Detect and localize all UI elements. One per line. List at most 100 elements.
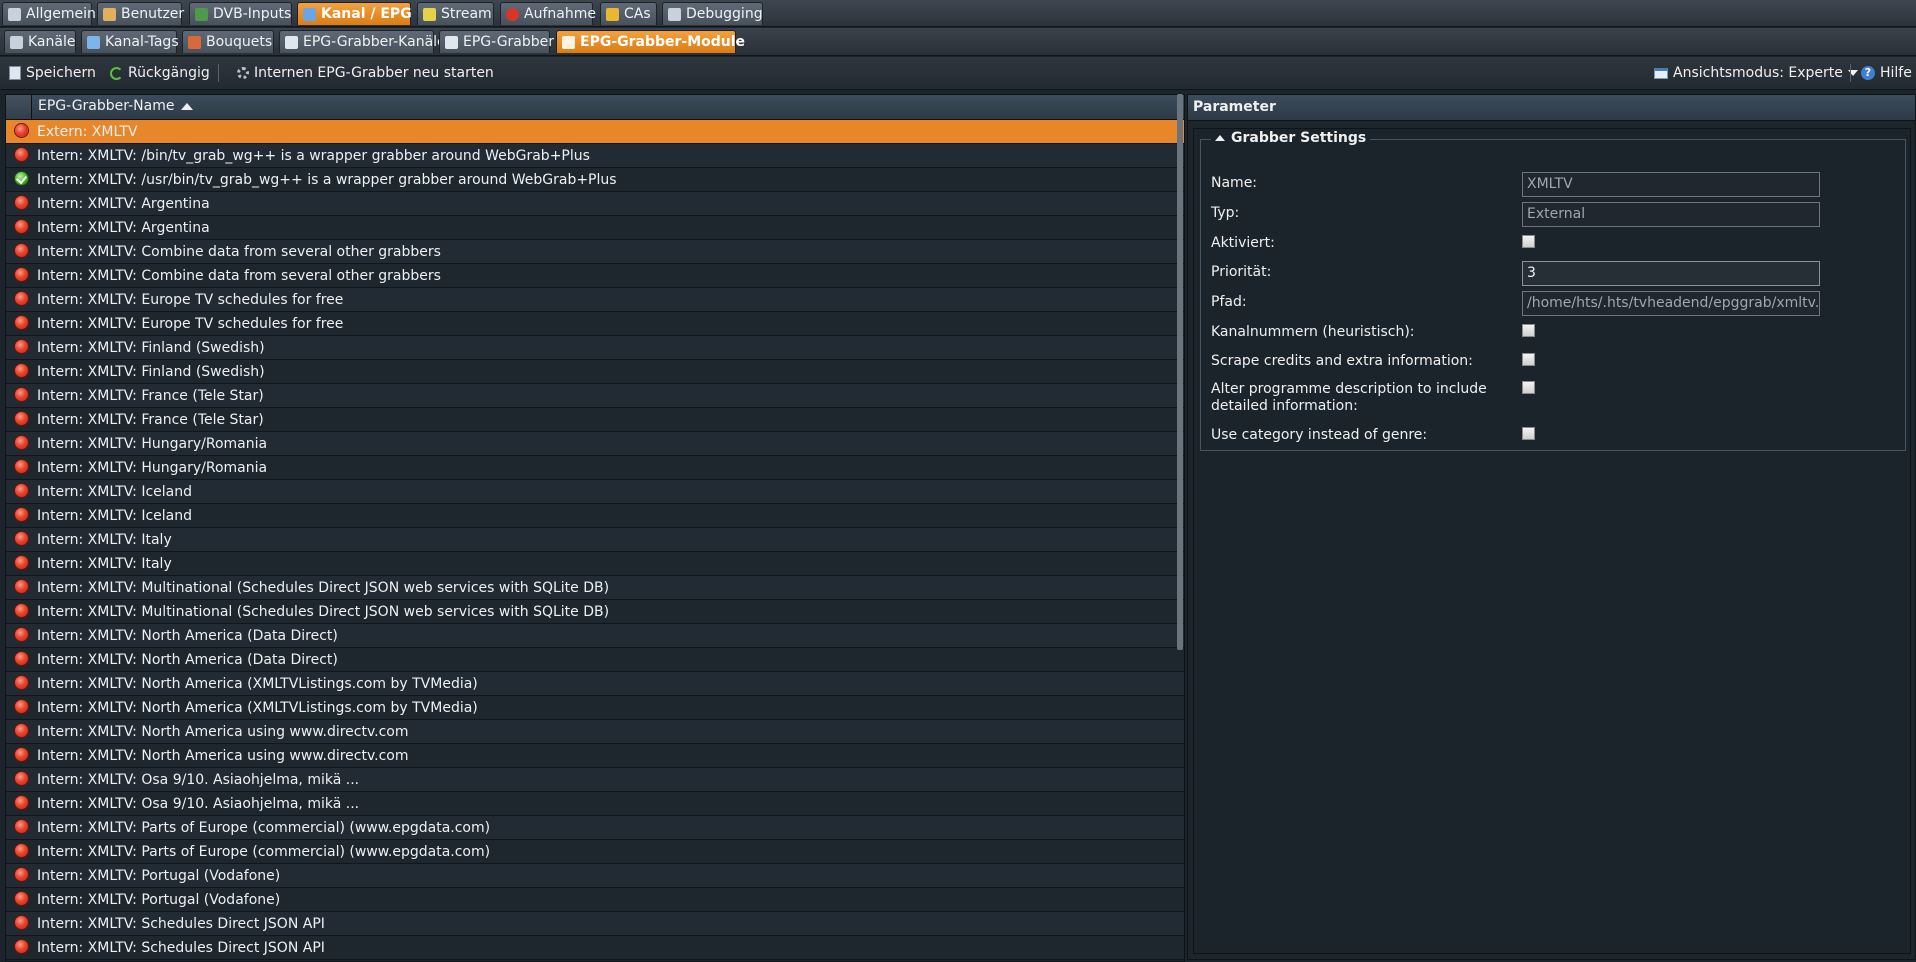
help-label: Hilfe bbox=[1880, 65, 1912, 81]
table-row[interactable]: Intern: XMLTV: Iceland bbox=[6, 480, 1184, 504]
channel-numbers-label: Kanalnummern (heuristisch): bbox=[1211, 324, 1415, 340]
status-error-icon bbox=[15, 940, 28, 953]
tab-cas[interactable]: CAs bbox=[600, 2, 657, 25]
table-row[interactable]: Intern: XMLTV: Portugal (Vodafone) bbox=[6, 888, 1184, 912]
status-error-icon bbox=[15, 244, 28, 257]
epg-grabber-icon bbox=[445, 35, 458, 49]
grabber-name-cell: Intern: XMLTV: Europe TV schedules for f… bbox=[37, 292, 344, 308]
enabled-checkbox[interactable] bbox=[1522, 235, 1535, 248]
category-label: Use category instead of genre: bbox=[1211, 427, 1428, 443]
table-row[interactable]: Intern: XMLTV: Combine data from several… bbox=[6, 240, 1184, 264]
table-row[interactable]: Intern: XMLTV: North America using www.d… bbox=[6, 744, 1184, 768]
tv-icon bbox=[303, 7, 316, 21]
toolbar-separator bbox=[218, 64, 219, 82]
table-row[interactable]: Intern: XMLTV: Multinational (Schedules … bbox=[6, 600, 1184, 624]
grabber-name-cell: Intern: XMLTV: /bin/tv_grab_wg++ is a wr… bbox=[37, 148, 590, 164]
help-icon: ? bbox=[1861, 66, 1875, 80]
select-column-header[interactable] bbox=[6, 95, 32, 119]
table-row[interactable]: Intern: XMLTV: North America (XMLTVListi… bbox=[6, 696, 1184, 720]
channel-numbers-checkbox[interactable] bbox=[1522, 324, 1535, 337]
table-row[interactable]: Intern: XMLTV: Schedules Direct JSON API bbox=[6, 936, 1184, 960]
tab-stream[interactable]: Stream bbox=[417, 2, 494, 25]
table-row[interactable]: Intern: XMLTV: Hungary/Romania bbox=[6, 456, 1184, 480]
tab-bouquets[interactable]: Bouquets bbox=[182, 30, 274, 53]
tab-label: Allgemein bbox=[26, 5, 96, 22]
tab-kanaele[interactable]: Kanäle bbox=[4, 30, 76, 53]
tags-icon bbox=[87, 35, 100, 49]
table-row[interactable]: Intern: XMLTV: Portugal (Vodafone) bbox=[6, 864, 1184, 888]
save-button[interactable]: Speichern bbox=[9, 64, 96, 82]
grabber-name-cell: Intern: XMLTV: /usr/bin/tv_grab_wg++ is … bbox=[37, 172, 617, 188]
grabber-settings-fieldset: Grabber Settings Name: XMLTV Typ: Extern… bbox=[1200, 130, 1906, 451]
grabber-name-cell: Intern: XMLTV: Italy bbox=[37, 532, 172, 548]
table-row[interactable]: Intern: XMLTV: North America (XMLTVListi… bbox=[6, 672, 1184, 696]
status-error-icon bbox=[15, 580, 28, 593]
name-field[interactable]: XMLTV bbox=[1522, 172, 1820, 197]
table-row[interactable]: Intern: XMLTV: Argentina bbox=[6, 192, 1184, 216]
path-field[interactable]: /home/hts/.hts/tvheadend/epggrab/xmltv.s… bbox=[1522, 291, 1820, 316]
table-row[interactable]: Intern: XMLTV: /usr/bin/tv_grab_wg++ is … bbox=[6, 168, 1184, 192]
collapse-icon bbox=[1215, 135, 1225, 141]
status-error-icon bbox=[15, 844, 28, 857]
status-error-icon bbox=[15, 820, 28, 833]
status-ok-icon bbox=[15, 172, 28, 185]
table-row[interactable]: Intern: XMLTV: Argentina bbox=[6, 216, 1184, 240]
table-row[interactable]: Intern: XMLTV: France (Tele Star) bbox=[6, 384, 1184, 408]
tab-epg-grabber-module[interactable]: EPG-Grabber-Module bbox=[556, 30, 745, 53]
tab-dvb-inputs[interactable]: DVB-Inputs bbox=[189, 2, 292, 25]
type-field[interactable]: External bbox=[1522, 202, 1820, 227]
table-row[interactable]: Intern: XMLTV: North America (Data Direc… bbox=[6, 648, 1184, 672]
table-row[interactable]: Intern: XMLTV: Osa 9/10. Asiaohjelma, mi… bbox=[6, 792, 1184, 816]
grabber-name-column-header[interactable]: EPG-Grabber-Name bbox=[38, 98, 193, 114]
status-error-icon bbox=[15, 652, 28, 665]
grid-scrollbar[interactable] bbox=[1177, 94, 1183, 650]
view-mode-dropdown[interactable]: Ansichtsmodus: Experte bbox=[1654, 64, 1858, 82]
table-row[interactable]: Intern: XMLTV: /bin/tv_grab_wg++ is a wr… bbox=[6, 144, 1184, 168]
undo-label: Rückgängig bbox=[128, 65, 210, 81]
window-icon bbox=[1654, 67, 1668, 79]
grabber-name-cell: Intern: XMLTV: Schedules Direct JSON API bbox=[37, 940, 325, 956]
tab-epg-grabber[interactable]: EPG-Grabber bbox=[439, 30, 554, 53]
tab-allgemein[interactable]: Allgemein bbox=[2, 2, 96, 25]
table-row[interactable]: Intern: XMLTV: Europe TV schedules for f… bbox=[6, 312, 1184, 336]
table-row[interactable]: Extern: XMLTV bbox=[6, 120, 1184, 144]
tab-epg-grabber-kanaele[interactable]: EPG-Grabber-Kanäle bbox=[279, 30, 446, 53]
table-row[interactable]: Intern: XMLTV: Combine data from several… bbox=[6, 264, 1184, 288]
table-row[interactable]: Intern: XMLTV: Hungary/Romania bbox=[6, 432, 1184, 456]
grabber-name-cell: Intern: XMLTV: Schedules Direct JSON API bbox=[37, 916, 325, 932]
table-row[interactable]: Intern: XMLTV: Finland (Swedish) bbox=[6, 360, 1184, 384]
table-row[interactable]: Intern: XMLTV: North America using www.d… bbox=[6, 720, 1184, 744]
table-row[interactable]: Intern: XMLTV: Finland (Swedish) bbox=[6, 336, 1184, 360]
undo-button[interactable]: Rückgängig bbox=[110, 64, 210, 82]
table-row[interactable]: Intern: XMLTV: Italy bbox=[6, 528, 1184, 552]
tab-label: EPG-Grabber bbox=[463, 33, 555, 50]
tab-debugging[interactable]: Debugging bbox=[662, 2, 763, 25]
restart-grabber-button[interactable]: Internen EPG-Grabber neu starten bbox=[237, 64, 494, 82]
table-row[interactable]: Intern: XMLTV: Schedules Direct JSON API bbox=[6, 912, 1184, 936]
tab-aufnahme[interactable]: Aufnahme bbox=[500, 2, 596, 25]
table-row[interactable]: Intern: XMLTV: Multinational (Schedules … bbox=[6, 576, 1184, 600]
debug-icon bbox=[668, 7, 681, 21]
scrape-checkbox[interactable] bbox=[1522, 353, 1535, 366]
status-error-icon bbox=[15, 316, 28, 329]
grabber-name-cell: Intern: XMLTV: Argentina bbox=[37, 220, 210, 236]
priority-label: Priorität: bbox=[1211, 264, 1272, 280]
help-button[interactable]: ? Hilfe bbox=[1861, 64, 1912, 82]
alter-desc-checkbox[interactable] bbox=[1522, 381, 1535, 394]
priority-field[interactable]: 3 bbox=[1522, 261, 1820, 286]
tab-label: CAs bbox=[624, 5, 651, 22]
table-row[interactable]: Intern: XMLTV: France (Tele Star) bbox=[6, 408, 1184, 432]
table-row[interactable]: Intern: XMLTV: Osa 9/10. Asiaohjelma, mi… bbox=[6, 768, 1184, 792]
table-row[interactable]: Intern: XMLTV: Parts of Europe (commerci… bbox=[6, 816, 1184, 840]
table-row[interactable]: Intern: XMLTV: Europe TV schedules for f… bbox=[6, 288, 1184, 312]
category-checkbox[interactable] bbox=[1522, 427, 1535, 440]
grabber-settings-toggle[interactable]: Grabber Settings bbox=[1211, 130, 1371, 146]
save-label: Speichern bbox=[26, 65, 96, 81]
table-row[interactable]: Intern: XMLTV: Parts of Europe (commerci… bbox=[6, 840, 1184, 864]
tab-benutzer[interactable]: Benutzer bbox=[97, 2, 184, 25]
table-row[interactable]: Intern: XMLTV: Iceland bbox=[6, 504, 1184, 528]
tab-kanal-tags[interactable]: Kanal-Tags bbox=[81, 30, 179, 53]
table-row[interactable]: Intern: XMLTV: Italy bbox=[6, 552, 1184, 576]
table-row[interactable]: Intern: XMLTV: North America (Data Direc… bbox=[6, 624, 1184, 648]
tab-kanal-epg[interactable]: Kanal / EPG bbox=[297, 2, 412, 25]
